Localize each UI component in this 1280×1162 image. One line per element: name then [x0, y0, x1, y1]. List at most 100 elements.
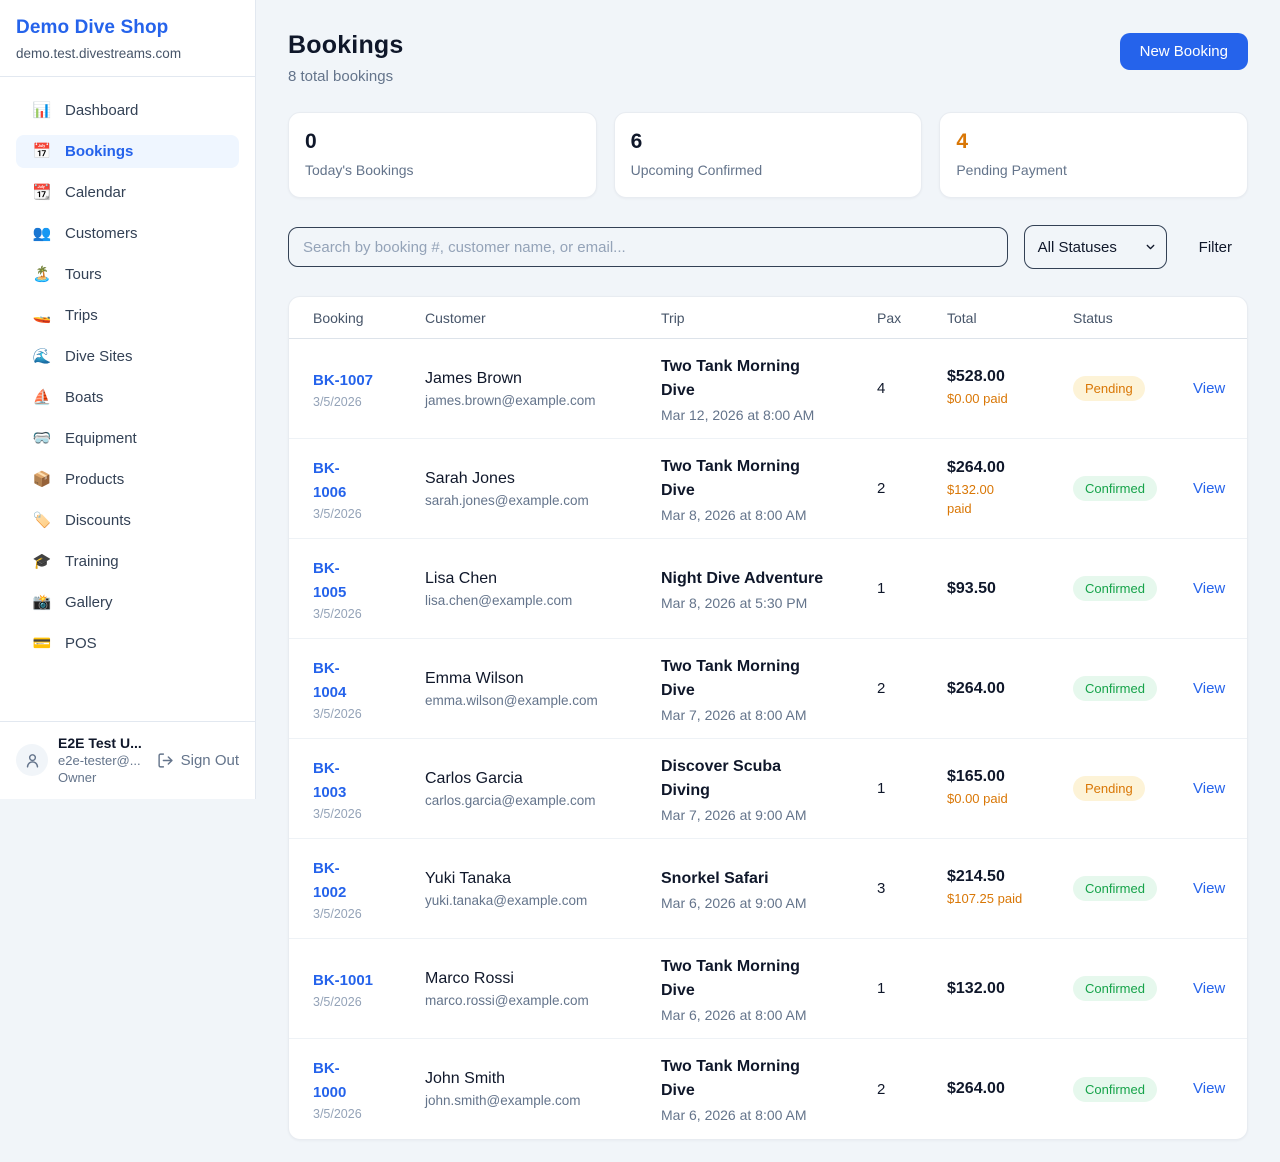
sidebar-item-label: Dive Sites [65, 348, 133, 365]
user-icon [24, 752, 41, 769]
customer-email: lisa.chen@example.com [425, 593, 661, 608]
column-header-status: Status [1073, 310, 1193, 326]
customer-email: carlos.garcia@example.com [425, 793, 661, 808]
status-badge: Pending [1073, 776, 1145, 801]
booking-id-link[interactable]: BK- 1004 [313, 657, 346, 705]
search-input[interactable] [288, 227, 1008, 267]
trip-datetime: Mar 8, 2026 at 8:00 AM [661, 507, 877, 523]
view-link[interactable]: View [1193, 780, 1225, 797]
sidebar-item-label: POS [65, 635, 97, 652]
sidebar-nav: 📊 Dashboard 📅 Bookings 📆 Calendar 👥 Cust… [0, 77, 255, 721]
pax-count: 2 [877, 680, 947, 697]
view-link[interactable]: View [1193, 980, 1225, 997]
wave-icon: 🌊 [32, 349, 52, 364]
trip-name: Snorkel Safari [661, 867, 877, 891]
calendar-icon: 📅 [32, 144, 52, 159]
sidebar-item-label: Products [65, 471, 124, 488]
sidebar-item-label: Discounts [65, 512, 131, 529]
status-filter-select[interactable]: All Statuses [1024, 225, 1167, 269]
customer-email: james.brown@example.com [425, 393, 661, 408]
view-link[interactable]: View [1193, 880, 1225, 897]
customer-name: Emma Wilson [425, 670, 661, 688]
table-row: BK- 1006 3/5/2026 Sarah Jones sarah.jone… [289, 439, 1247, 539]
sidebar-item-bookings[interactable]: 📅 Bookings [16, 135, 239, 168]
total-amount: $264.00 [947, 459, 1073, 477]
view-link[interactable]: View [1193, 580, 1225, 597]
view-link[interactable]: View [1193, 680, 1225, 697]
sidebar-item-equipment[interactable]: 🥽 Equipment [16, 422, 239, 455]
booking-created-date: 3/5/2026 [313, 707, 425, 721]
customer-email: emma.wilson@example.com [425, 693, 661, 708]
tear-off-calendar-icon: 📆 [32, 185, 52, 200]
paid-amount: $0.00 paid [947, 790, 1073, 809]
sidebar-item-pos[interactable]: 💳 POS [16, 627, 239, 660]
view-link[interactable]: View [1193, 480, 1225, 497]
customer-email: yuki.tanaka@example.com [425, 893, 661, 908]
pax-count: 2 [877, 480, 947, 497]
sidebar-item-training[interactable]: 🎓 Training [16, 545, 239, 578]
table-row: BK-1007 3/5/2026 James Brown james.brown… [289, 339, 1247, 439]
view-link[interactable]: View [1193, 380, 1225, 397]
new-booking-button[interactable]: New Booking [1120, 33, 1248, 70]
status-badge: Confirmed [1073, 576, 1157, 601]
sidebar-item-label: Tours [65, 266, 102, 283]
sidebar-item-calendar[interactable]: 📆 Calendar [16, 176, 239, 209]
booking-id-link[interactable]: BK- 1006 [313, 457, 346, 505]
user-name: E2E Test U... [58, 735, 142, 751]
filter-button[interactable]: Filter [1183, 239, 1248, 256]
trip-datetime: Mar 6, 2026 at 8:00 AM [661, 1007, 877, 1023]
sidebar-item-customers[interactable]: 👥 Customers [16, 217, 239, 250]
status-badge: Confirmed [1073, 976, 1157, 1001]
filter-row: All Statuses Filter [288, 225, 1248, 269]
camera-flash-icon: 📸 [32, 595, 52, 610]
status-badge: Confirmed [1073, 476, 1157, 501]
sidebar-item-label: Customers [65, 225, 138, 242]
booking-id-link[interactable]: BK- 1002 [313, 857, 346, 905]
sidebar-item-dashboard[interactable]: 📊 Dashboard [16, 94, 239, 127]
paid-amount: $107.25 paid [947, 890, 1073, 909]
trip-datetime: Mar 6, 2026 at 8:00 AM [661, 1107, 877, 1123]
stat-card-upcoming-confirmed: 6 Upcoming Confirmed [614, 112, 923, 198]
trip-datetime: Mar 12, 2026 at 8:00 AM [661, 407, 877, 423]
pax-count: 1 [877, 580, 947, 597]
trip-name: Two Tank Morning Dive [661, 1055, 877, 1103]
stat-value: 0 [305, 130, 580, 154]
customer-name: James Brown [425, 370, 661, 388]
stat-value: 6 [631, 130, 906, 154]
booking-id-link[interactable]: BK- 1000 [313, 1057, 346, 1105]
sidebar-item-dive-sites[interactable]: 🌊 Dive Sites [16, 340, 239, 373]
view-link[interactable]: View [1193, 1080, 1225, 1097]
sidebar-item-gallery[interactable]: 📸 Gallery [16, 586, 239, 619]
pax-count: 1 [877, 980, 947, 997]
sidebar-item-label: Calendar [65, 184, 126, 201]
pax-count: 3 [877, 880, 947, 897]
page-subtitle: 8 total bookings [288, 68, 404, 85]
user-info: E2E Test U... e2e-tester@... Owner [58, 735, 142, 785]
paid-amount: $132.00 paid [947, 481, 1073, 519]
sidebar-item-products[interactable]: 📦 Products [16, 463, 239, 496]
shop-name: Demo Dive Shop [16, 17, 239, 39]
booking-id-link[interactable]: BK- 1005 [313, 557, 346, 605]
booking-id-link[interactable]: BK- 1003 [313, 757, 346, 805]
logout-icon [157, 752, 174, 769]
trip-name: Two Tank Morning Dive [661, 955, 877, 1003]
trip-name: Discover Scuba Diving [661, 755, 877, 803]
status-badge: Confirmed [1073, 876, 1157, 901]
sidebar-item-tours[interactable]: 🏝️ Tours [16, 258, 239, 291]
sign-out-button[interactable]: Sign Out [157, 752, 239, 769]
shop-domain: demo.test.divestreams.com [16, 46, 239, 61]
shop-header: Demo Dive Shop demo.test.divestreams.com [0, 0, 255, 77]
sidebar-item-label: Boats [65, 389, 103, 406]
page-title: Bookings [288, 31, 404, 60]
sidebar-item-trips[interactable]: 🚤 Trips [16, 299, 239, 332]
booking-id-link[interactable]: BK-1007 [313, 369, 373, 393]
label-tag-icon: 🏷️ [32, 513, 52, 528]
sidebar-item-discounts[interactable]: 🏷️ Discounts [16, 504, 239, 537]
user-section: E2E Test U... e2e-tester@... Owner Sign … [0, 721, 255, 799]
pax-count: 4 [877, 380, 947, 397]
sidebar-item-boats[interactable]: ⛵ Boats [16, 381, 239, 414]
pax-count: 1 [877, 780, 947, 797]
column-header-trip: Trip [661, 310, 877, 326]
booking-id-link[interactable]: BK-1001 [313, 969, 373, 993]
stat-label: Today's Bookings [305, 162, 580, 178]
